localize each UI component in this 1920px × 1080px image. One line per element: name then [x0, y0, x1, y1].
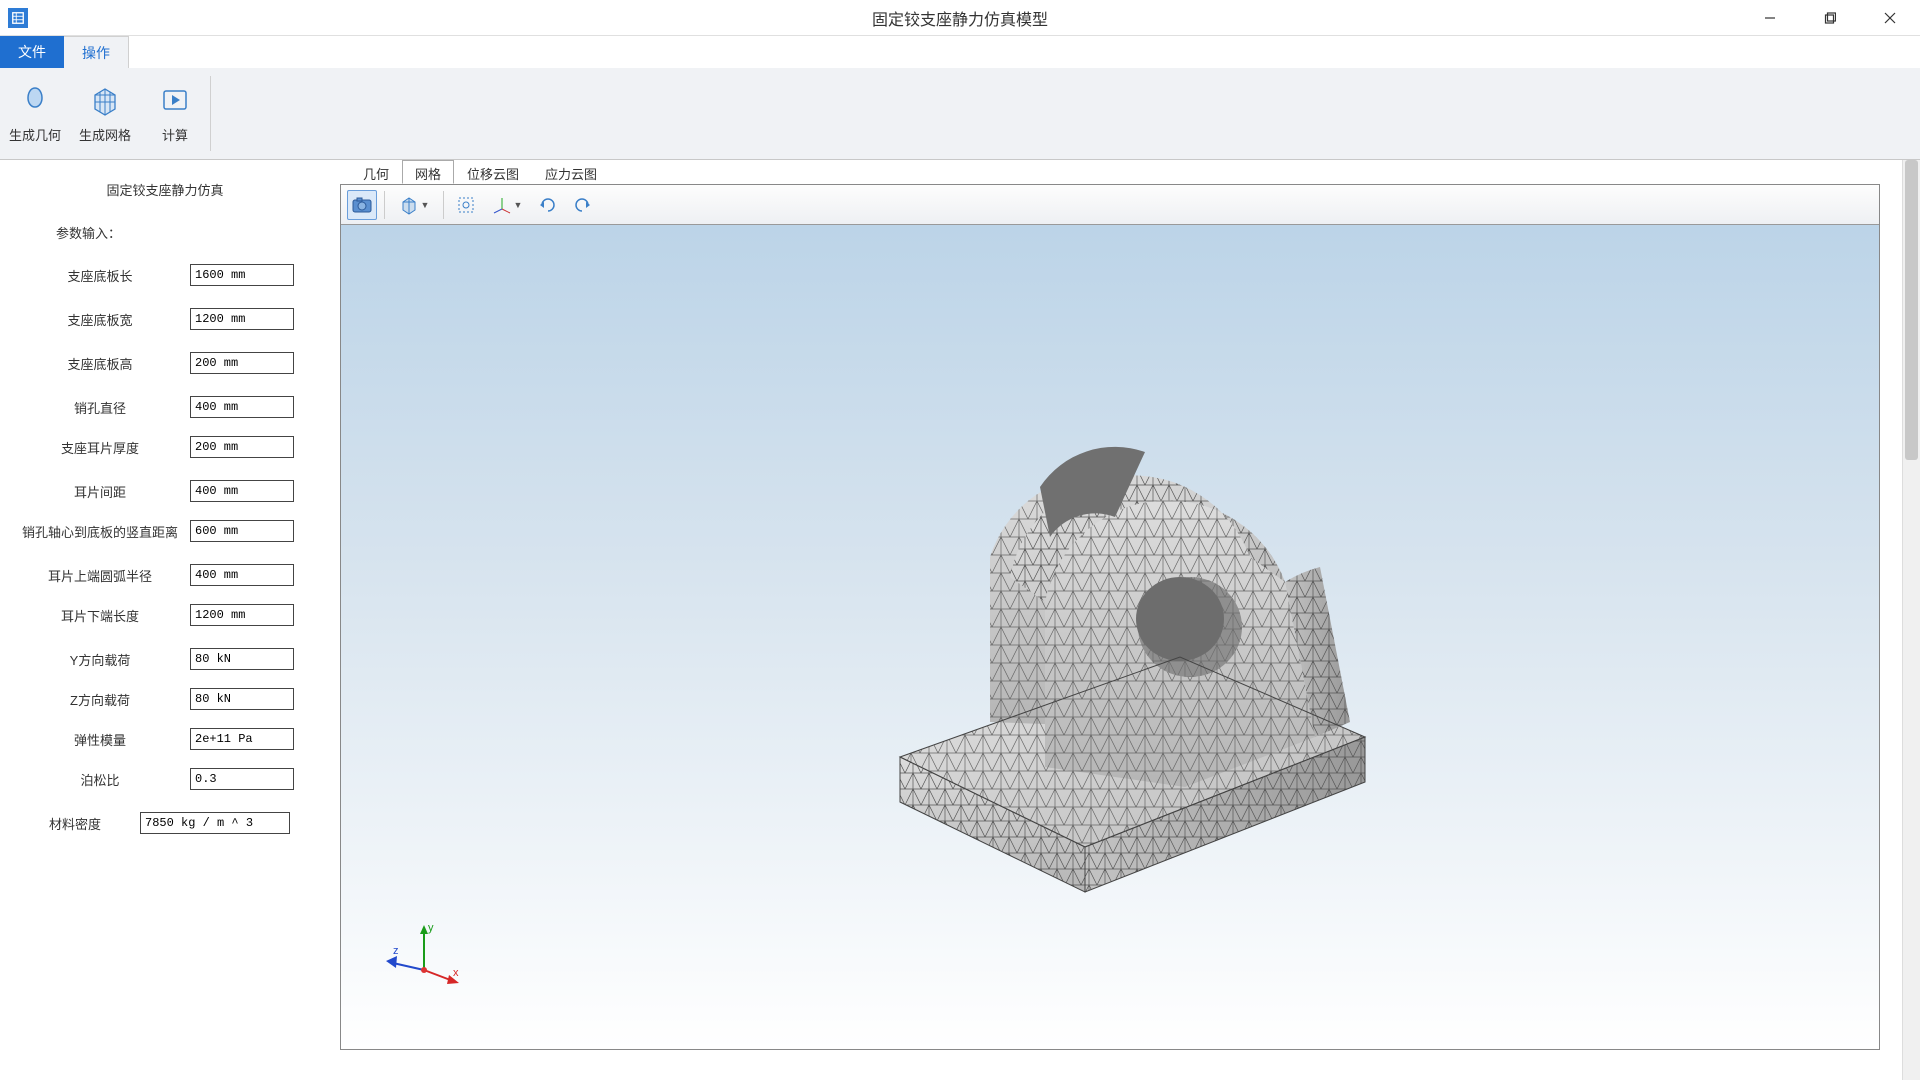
parameter-panel: 固定铰支座静力仿真 参数输入： 支座底板长 支座底板宽 支座底板高 销孔直径 支… [0, 160, 330, 1080]
rotate-ccw-button[interactable] [533, 190, 563, 220]
param-label: 支座底板高 [10, 354, 190, 373]
param-input-base-height[interactable] [190, 352, 294, 374]
toolbar-separator [443, 191, 444, 219]
axis-indicator: y x z [381, 919, 461, 999]
tab-displacement[interactable]: 位移云图 [454, 160, 532, 184]
cube-icon [399, 195, 419, 215]
chevron-down-icon: ▼ [514, 200, 523, 210]
rotate-ccw-icon [538, 195, 558, 215]
play-icon [157, 83, 193, 119]
vertical-scrollbar[interactable] [1902, 160, 1920, 1080]
xyz-axes-icon [492, 195, 512, 215]
axis-z-label: z [393, 945, 399, 957]
axis-x-label: x [453, 967, 459, 979]
tab-operations[interactable]: 操作 [64, 36, 129, 68]
render-mode-dropdown[interactable]: ▼ [392, 190, 436, 220]
toolbar-separator [384, 191, 385, 219]
tab-geometry[interactable]: 几何 [350, 160, 402, 184]
tab-file[interactable]: 文件 [0, 36, 64, 68]
chevron-down-icon: ▼ [421, 200, 430, 210]
param-label: 销孔轴心到底板的竖直距离 [10, 522, 190, 541]
param-input-lug-bottom[interactable] [190, 604, 294, 626]
param-label: Y方向载荷 [10, 650, 190, 669]
param-input-e-modulus[interactable] [190, 728, 294, 750]
fit-icon [456, 195, 476, 215]
panel-title: 固定铰支座静力仿真 [10, 180, 320, 199]
param-input-load-z[interactable] [190, 688, 294, 710]
param-label: 弹性模量 [10, 730, 190, 749]
param-label: 支座底板宽 [10, 310, 190, 329]
viewport-frame: ▼ ▼ [340, 184, 1880, 1050]
fit-view-button[interactable] [451, 190, 481, 220]
panel-subtitle: 参数输入： [56, 223, 320, 242]
window-controls [1740, 0, 1920, 36]
param-label: 支座耳片厚度 [10, 438, 190, 457]
tab-mesh[interactable]: 网格 [402, 160, 454, 184]
param-input-density[interactable] [140, 812, 290, 834]
view-tabs: 几何 网格 位移云图 应力云图 [350, 160, 1900, 184]
geometry-drop-icon [17, 83, 53, 119]
param-label: 耳片上端圆弧半径 [10, 566, 190, 585]
camera-snapshot-button[interactable] [347, 190, 377, 220]
workspace: 固定铰支座静力仿真 参数输入： 支座底板长 支座底板宽 支座底板高 销孔直径 支… [0, 160, 1920, 1080]
param-input-pin-dia[interactable] [190, 396, 294, 418]
app-icon [8, 8, 28, 28]
ribbon-label: 生成网格 [79, 125, 131, 144]
ribbon-toolbar: 生成几何 生成网格 计算 [0, 68, 1920, 160]
ribbon-separator [210, 76, 211, 151]
window-title: 固定铰支座静力仿真模型 [872, 6, 1048, 30]
tab-stress[interactable]: 应力云图 [532, 160, 610, 184]
view-orientation-dropdown[interactable]: ▼ [485, 190, 529, 220]
rotate-cw-button[interactable] [567, 190, 597, 220]
param-input-base-width[interactable] [190, 308, 294, 330]
titlebar: 固定铰支座静力仿真模型 [0, 0, 1920, 36]
param-label: 耳片下端长度 [10, 606, 190, 625]
param-label: Z方向载荷 [10, 690, 190, 709]
menu-tabs: 文件 操作 [0, 36, 1920, 68]
param-input-base-length[interactable] [190, 264, 294, 286]
axis-y-label: y [428, 922, 434, 934]
minimize-button[interactable] [1740, 0, 1800, 36]
ribbon-label: 生成几何 [9, 125, 61, 144]
generate-mesh-button[interactable]: 生成网格 [70, 68, 140, 159]
axis-origin-icon [421, 967, 427, 973]
ribbon-label: 计算 [162, 125, 188, 144]
param-input-arc-r[interactable] [190, 564, 294, 586]
viewport-toolbar: ▼ ▼ [341, 185, 1879, 225]
scrollbar-thumb[interactable] [1905, 160, 1918, 460]
param-label: 耳片间距 [10, 482, 190, 501]
param-label: 材料密度 [10, 814, 140, 833]
viewport-area: 几何 网格 位移云图 应力云图 ▼ ▼ [330, 160, 1920, 1080]
compute-button[interactable]: 计算 [140, 68, 210, 159]
param-input-load-y[interactable] [190, 648, 294, 670]
maximize-button[interactable] [1800, 0, 1860, 36]
camera-icon [351, 196, 373, 214]
param-label: 支座底板长 [10, 266, 190, 285]
param-input-poisson[interactable] [190, 768, 294, 790]
generate-geometry-button[interactable]: 生成几何 [0, 68, 70, 159]
mesh-cube-icon [87, 83, 123, 119]
param-input-lug-thick[interactable] [190, 436, 294, 458]
param-label: 泊松比 [10, 770, 190, 789]
close-button[interactable] [1860, 0, 1920, 36]
param-input-lug-gap[interactable] [190, 480, 294, 502]
param-label: 销孔直径 [10, 398, 190, 417]
mesh-model [785, 357, 1405, 917]
param-input-pin-vert[interactable] [190, 520, 294, 542]
rotate-cw-icon [572, 195, 592, 215]
viewport-3d[interactable]: y x z [341, 225, 1879, 1049]
